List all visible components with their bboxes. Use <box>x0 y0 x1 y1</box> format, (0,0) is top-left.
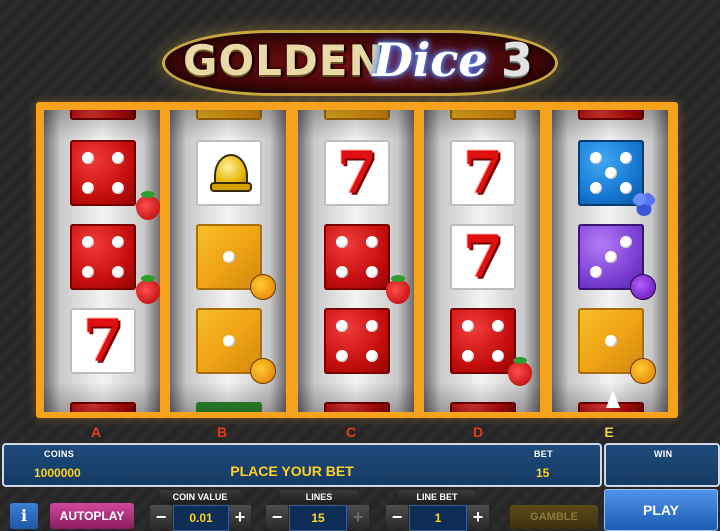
strawberry-icon <box>508 357 532 386</box>
symbol-dice-red-4 <box>70 140 136 206</box>
coin-value-plus-button[interactable]: + <box>229 505 251 529</box>
symbol-peek <box>578 110 644 120</box>
coin-value-minus-button[interactable]: − <box>150 505 172 529</box>
strawberry-icon <box>136 275 160 304</box>
symbol-dice-red-4 <box>324 308 390 374</box>
symbol-peek <box>70 402 136 412</box>
autoplay-button[interactable]: AUTOPLAY <box>50 503 134 529</box>
symbol-peek <box>450 110 516 120</box>
grapes-icon <box>632 192 656 216</box>
reel-label-d: D <box>472 424 484 440</box>
bet-label: BET <box>534 449 553 459</box>
logo-word-dice: Dice <box>373 33 488 87</box>
symbol-seven: 7 <box>70 308 136 374</box>
win-panel: WIN <box>604 443 720 487</box>
orange-icon <box>250 274 276 300</box>
info-panel: COINS 1000000 PLACE YOUR BET BET 15 <box>2 443 602 487</box>
symbol-bell <box>196 140 262 206</box>
coins-value: 1000000 <box>34 466 81 480</box>
symbol-peek <box>324 402 390 412</box>
symbol-dice-red-4 <box>324 224 390 290</box>
reel-a: 7 <box>44 110 160 412</box>
coin-value-field: 0.01 <box>173 505 229 531</box>
lines-plus-button[interactable]: + <box>347 505 369 529</box>
reel-label-a: A <box>90 424 102 440</box>
reel-c: 7 <box>298 110 414 412</box>
win-label: WIN <box>654 449 673 459</box>
play-button[interactable]: PLAY <box>604 489 718 531</box>
reel-e <box>552 110 668 412</box>
game-logo: GOLDEN Dice 3 <box>162 30 558 96</box>
plum-icon <box>630 274 656 300</box>
payline-marker-icon <box>606 390 620 408</box>
line-bet-plus-button[interactable]: + <box>467 505 489 529</box>
bell-icon <box>206 148 252 192</box>
lines-field: 15 <box>289 505 347 531</box>
status-message: PLACE YOUR BET <box>230 463 354 479</box>
symbol-peek <box>70 110 136 120</box>
symbol-seven: 7 <box>450 140 516 206</box>
symbol-peek <box>324 110 390 120</box>
reel-label-b: B <box>216 424 228 440</box>
line-bet-minus-button[interactable]: − <box>386 505 408 529</box>
info-button[interactable]: i <box>10 503 38 529</box>
symbol-peek <box>450 402 516 412</box>
gamble-button[interactable]: GAMBLE <box>510 505 598 529</box>
symbol-peek <box>196 402 262 412</box>
orange-icon <box>250 358 276 384</box>
lines-label: LINES <box>280 490 358 504</box>
strawberry-icon <box>136 191 160 220</box>
coin-value-label: COIN VALUE <box>160 490 240 504</box>
reel-b <box>170 110 286 412</box>
coins-label: COINS <box>44 449 75 459</box>
symbol-dice-red-4 <box>450 308 516 374</box>
logo-word-3: 3 <box>501 33 534 87</box>
orange-icon <box>630 358 656 384</box>
symbol-peek <box>196 110 262 120</box>
bet-value: 15 <box>536 466 550 480</box>
symbol-dice-red-4 <box>70 224 136 290</box>
reel-label-e: E <box>604 424 614 440</box>
reel-label-c: C <box>345 424 357 440</box>
lines-minus-button[interactable]: − <box>266 505 288 529</box>
symbol-seven: 7 <box>450 224 516 290</box>
strawberry-icon <box>386 275 410 304</box>
symbol-seven: 7 <box>324 140 390 206</box>
logo-word-golden: GOLDEN <box>183 36 385 85</box>
line-bet-field: 1 <box>409 505 467 531</box>
reel-d: 7 7 <box>424 110 540 412</box>
line-bet-label: LINE BET <box>398 490 476 504</box>
